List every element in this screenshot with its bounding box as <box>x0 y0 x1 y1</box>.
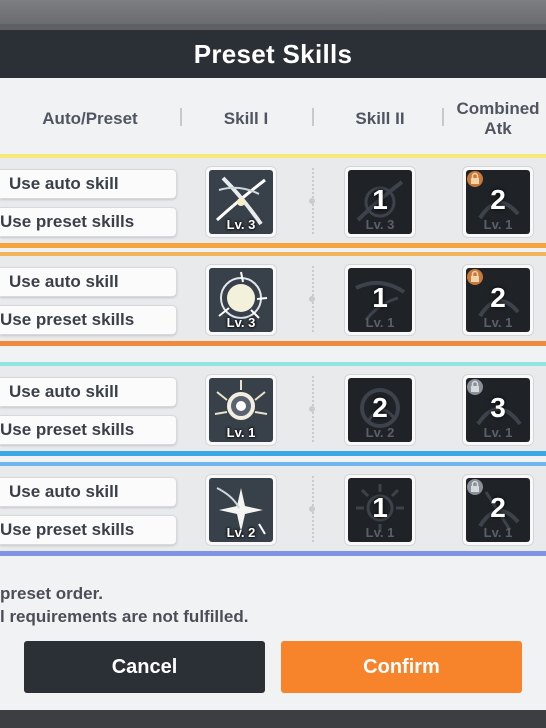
skill-connector <box>309 476 315 542</box>
header-combined-atk: Combined Atk <box>456 99 540 138</box>
game-backdrop <box>0 0 546 24</box>
row-accent-top <box>0 252 546 256</box>
skill-order-number: 1 <box>372 282 388 313</box>
skill-connector <box>309 168 315 234</box>
skill-level: Lv. 3 <box>226 217 256 232</box>
skill-level: Lv. 2 <box>226 525 256 540</box>
skill-2-slot[interactable]: 2 Lv. 2 <box>344 374 416 446</box>
skill-level: Lv. 2 <box>365 425 395 440</box>
skill-1-slot[interactable]: Lv. 3 <box>205 264 277 336</box>
burst-icon: Lv. 3 <box>209 268 273 332</box>
combined-atk-slot[interactable]: 2 Lv. 1 <box>462 166 534 238</box>
skill-order-number: 2 <box>372 392 388 423</box>
use-auto-skill-button[interactable]: Use auto skill <box>0 267 177 297</box>
slash-icon: 1 Lv. 3 <box>348 170 412 234</box>
preset-row-3: Use auto skill Use preset skills Lv. 1 2… <box>0 362 546 456</box>
combined-atk-slot[interactable]: 3 Lv. 1 <box>462 374 534 446</box>
header-auto-preset: Auto/Preset <box>42 109 138 128</box>
skill-1-slot[interactable]: Lv. 3 <box>205 166 277 238</box>
skill-level: Lv. 1 <box>365 525 395 540</box>
use-preset-skills-button[interactable]: Use preset skills <box>0 515 177 545</box>
use-auto-skill-button[interactable]: Use auto skill <box>0 477 177 507</box>
row-accent-top <box>0 154 546 158</box>
use-preset-skills-button[interactable]: Use preset skills <box>0 305 177 335</box>
header-divider <box>442 108 444 126</box>
shield-burst-icon: Lv. 1 <box>209 378 273 442</box>
header-divider <box>180 108 182 126</box>
skill-2-slot[interactable]: 1 Lv. 1 <box>344 264 416 336</box>
skill-connector <box>309 376 315 442</box>
preset-row-4: Use auto skill Use preset skills Lv. 2 1… <box>0 462 546 556</box>
skill-order-number: 3 <box>490 392 506 423</box>
row-accent-bottom <box>0 451 546 456</box>
header-skill-1: Skill I <box>223 109 269 128</box>
confirm-button[interactable]: Confirm <box>281 641 522 693</box>
row-accent-bottom <box>0 341 546 346</box>
game-backdrop-bottom <box>0 710 546 728</box>
skill-order-number: 1 <box>372 492 388 523</box>
skill-level: Lv. 1 <box>483 525 513 540</box>
skill-order-number: 2 <box>490 282 506 313</box>
preset-row-2: Use auto skill Use preset skills Lv. 3 1… <box>0 252 546 346</box>
footer-note-1: preset order. <box>0 584 103 603</box>
skill-level: Lv. 1 <box>483 217 513 232</box>
combined-attack-icon: 3 Lv. 1 <box>466 378 530 442</box>
row-accent-bottom <box>0 551 546 556</box>
skill-2-slot[interactable]: 1 Lv. 3 <box>344 166 416 238</box>
row-accent-top <box>0 362 546 366</box>
sun-icon: 1 Lv. 1 <box>348 478 412 542</box>
skill-level: Lv. 1 <box>365 315 395 330</box>
skill-1-slot[interactable]: Lv. 1 <box>205 374 277 446</box>
skill-1-slot[interactable]: Lv. 2 <box>205 474 277 546</box>
skill-level: Lv. 1 <box>483 425 513 440</box>
skill-2-slot[interactable]: 1 Lv. 1 <box>344 474 416 546</box>
use-auto-skill-button[interactable]: Use auto skill <box>0 377 177 407</box>
skill-level: Lv. 1 <box>483 315 513 330</box>
slash-icon: 1 Lv. 1 <box>348 268 412 332</box>
skill-level: Lv. 3 <box>365 217 395 232</box>
sparkle-icon: Lv. 2 <box>209 478 273 542</box>
combined-atk-slot[interactable]: 2 Lv. 1 <box>462 264 534 336</box>
row-accent-bottom <box>0 243 546 248</box>
use-preset-skills-button[interactable]: Use preset skills <box>0 415 177 445</box>
footer-note-2: l requirements are not fulfilled. <box>0 607 249 626</box>
dialog-title: Preset Skills <box>0 30 546 78</box>
skill-connector <box>309 266 315 332</box>
slash-icon: Lv. 3 <box>209 170 273 234</box>
header-skill-2: Skill II <box>355 109 405 128</box>
swirl-icon: 2 Lv. 2 <box>348 378 412 442</box>
skill-level: Lv. 1 <box>226 425 256 440</box>
combined-attack-icon: 2 Lv. 1 <box>466 170 530 234</box>
row-accent-top <box>0 462 546 466</box>
skill-level: Lv. 3 <box>226 315 256 330</box>
skill-order-number: 2 <box>490 492 506 523</box>
preset-row-1: Use auto skill Use preset skills Lv. 3 1… <box>0 154 546 248</box>
skill-order-number: 2 <box>490 184 506 215</box>
use-auto-skill-button[interactable]: Use auto skill <box>0 169 177 199</box>
combined-attack-icon: 2 Lv. 1 <box>466 478 530 542</box>
combined-attack-icon: 2 Lv. 1 <box>466 268 530 332</box>
header-divider <box>312 108 314 126</box>
combined-atk-slot[interactable]: 2 Lv. 1 <box>462 474 534 546</box>
use-preset-skills-button[interactable]: Use preset skills <box>0 207 177 237</box>
cancel-button[interactable]: Cancel <box>24 641 265 693</box>
skill-order-number: 1 <box>372 184 388 215</box>
